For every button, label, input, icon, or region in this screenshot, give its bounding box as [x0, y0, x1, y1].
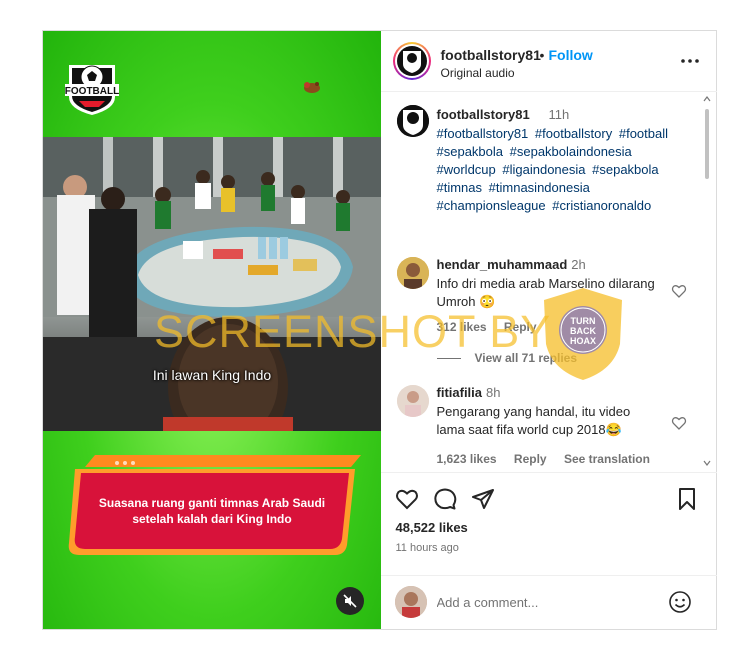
comment-meta: 312 likes Reply — [437, 320, 551, 334]
header-separator: • — [539, 47, 545, 63]
comment-time: 2h — [571, 257, 586, 272]
instagram-post: FOOTBALL Ini lawan King Indo Suasana rua… — [42, 30, 717, 630]
caption-time: 11h — [548, 107, 570, 122]
see-translation-button[interactable]: See translation — [564, 452, 650, 466]
comments-scroll-area[interactable]: footballstory81 11h #footballstory81 #fo… — [381, 93, 717, 471]
banner-text: Suasana ruang ganti timnas Arab Saudi se… — [98, 496, 326, 526]
comment-like-icon[interactable] — [671, 283, 687, 299]
logo-text: FOOTBALL — [65, 86, 119, 97]
comment-username[interactable]: fitiafilia 8h — [437, 385, 501, 400]
locker-room-scene — [43, 137, 381, 431]
commenter-avatar[interactable] — [396, 257, 429, 289]
mute-button[interactable] — [336, 587, 364, 615]
comment-username-text[interactable]: fitiafilia — [437, 385, 483, 400]
post-side-panel: footballstory81 • Follow Original audio … — [380, 31, 717, 629]
comment-likes[interactable]: 312 likes — [437, 320, 487, 334]
hashtag[interactable]: #timnas — [437, 180, 483, 195]
likes-count[interactable]: 48,522 likes — [396, 520, 468, 535]
like-heart-icon[interactable] — [395, 487, 419, 511]
comment-like-icon[interactable] — [671, 415, 687, 431]
save-bookmark-icon[interactable] — [675, 487, 699, 511]
posted-time: 11 hours ago — [395, 542, 459, 554]
emoji-icon[interactable] — [668, 590, 692, 614]
avatar-photo-icon — [396, 385, 429, 417]
reply-button[interactable]: Reply — [514, 452, 547, 466]
hashtag[interactable]: #timnasindonesia — [489, 180, 590, 195]
current-user-avatar — [394, 586, 427, 618]
speaker-muted-icon — [343, 594, 357, 608]
view-replies-button[interactable]: View all 71 replies — [437, 351, 578, 365]
post-header: footballstory81 • Follow Original audio — [380, 31, 717, 92]
hashtag[interactable]: #ligaindonesia — [502, 162, 585, 177]
more-icon[interactable] — [678, 51, 702, 71]
original-audio-link[interactable]: Original audio — [441, 66, 515, 80]
hashtag[interactable]: #championsleague — [437, 198, 546, 213]
football-logo: FOOTBALL — [65, 65, 119, 115]
comment-likes[interactable]: 1,623 likes — [437, 452, 497, 466]
video-subtitle: Ini lawan King Indo — [152, 367, 272, 383]
hashtag[interactable]: #footballstory81 — [437, 126, 529, 141]
hashtag[interactable]: #worldcup — [437, 162, 496, 177]
hashtag[interactable]: #sepakbola — [592, 162, 659, 177]
comment-text: Pengarang yang handal, itu video lama sa… — [436, 404, 631, 437]
post-actions-bar — [380, 472, 717, 512]
caption-avatar[interactable] — [396, 105, 429, 137]
comment-time: 8h — [486, 385, 501, 400]
follow-button[interactable]: Follow — [549, 47, 593, 63]
avatar-photo-icon — [396, 257, 429, 289]
hashtag[interactable]: #footballstory — [535, 126, 612, 141]
comment-bubble-icon[interactable] — [433, 487, 457, 511]
share-send-icon[interactable] — [471, 487, 495, 511]
character-sticker-icon — [304, 82, 320, 93]
hashtag[interactable]: #cristianoronaldo — [552, 198, 651, 213]
video-frame — [43, 137, 381, 431]
comment-username[interactable]: hendar_muhammaad 2h — [437, 257, 586, 272]
header-username[interactable]: footballstory81 — [441, 47, 541, 63]
hashtag[interactable]: #sepakbola — [437, 144, 504, 159]
hashtag[interactable]: #football — [619, 126, 668, 141]
comment-input[interactable] — [436, 592, 647, 612]
comment-text: Info dri media arab Marselino dilarang U… — [436, 276, 655, 309]
story-avatar[interactable] — [392, 42, 431, 80]
avatar-photo-icon — [394, 586, 427, 618]
commenter-avatar[interactable] — [396, 385, 429, 417]
reply-button[interactable]: Reply — [504, 320, 537, 334]
scroll-down-icon[interactable] — [703, 459, 711, 467]
comments-scrollbar[interactable] — [703, 95, 711, 467]
comment-meta: 1,623 likes Reply See translation — [437, 452, 664, 466]
caption-hashtags: #footballstory81 #footballstory #footbal… — [437, 125, 681, 215]
caption-username[interactable]: footballstory81 — [437, 107, 530, 122]
hashtag[interactable]: #sepakbolaindonesia — [510, 144, 632, 159]
post-video[interactable]: FOOTBALL Ini lawan King Indo Suasana rua… — [43, 31, 381, 629]
scroll-up-icon[interactable] — [703, 95, 711, 103]
comment-username-text[interactable]: hendar_muhammaad — [437, 257, 568, 272]
football-avatar-icon — [396, 105, 429, 137]
add-comment-bar — [380, 575, 717, 629]
scrollbar-thumb[interactable] — [704, 109, 709, 179]
football-avatar-icon — [402, 51, 421, 73]
